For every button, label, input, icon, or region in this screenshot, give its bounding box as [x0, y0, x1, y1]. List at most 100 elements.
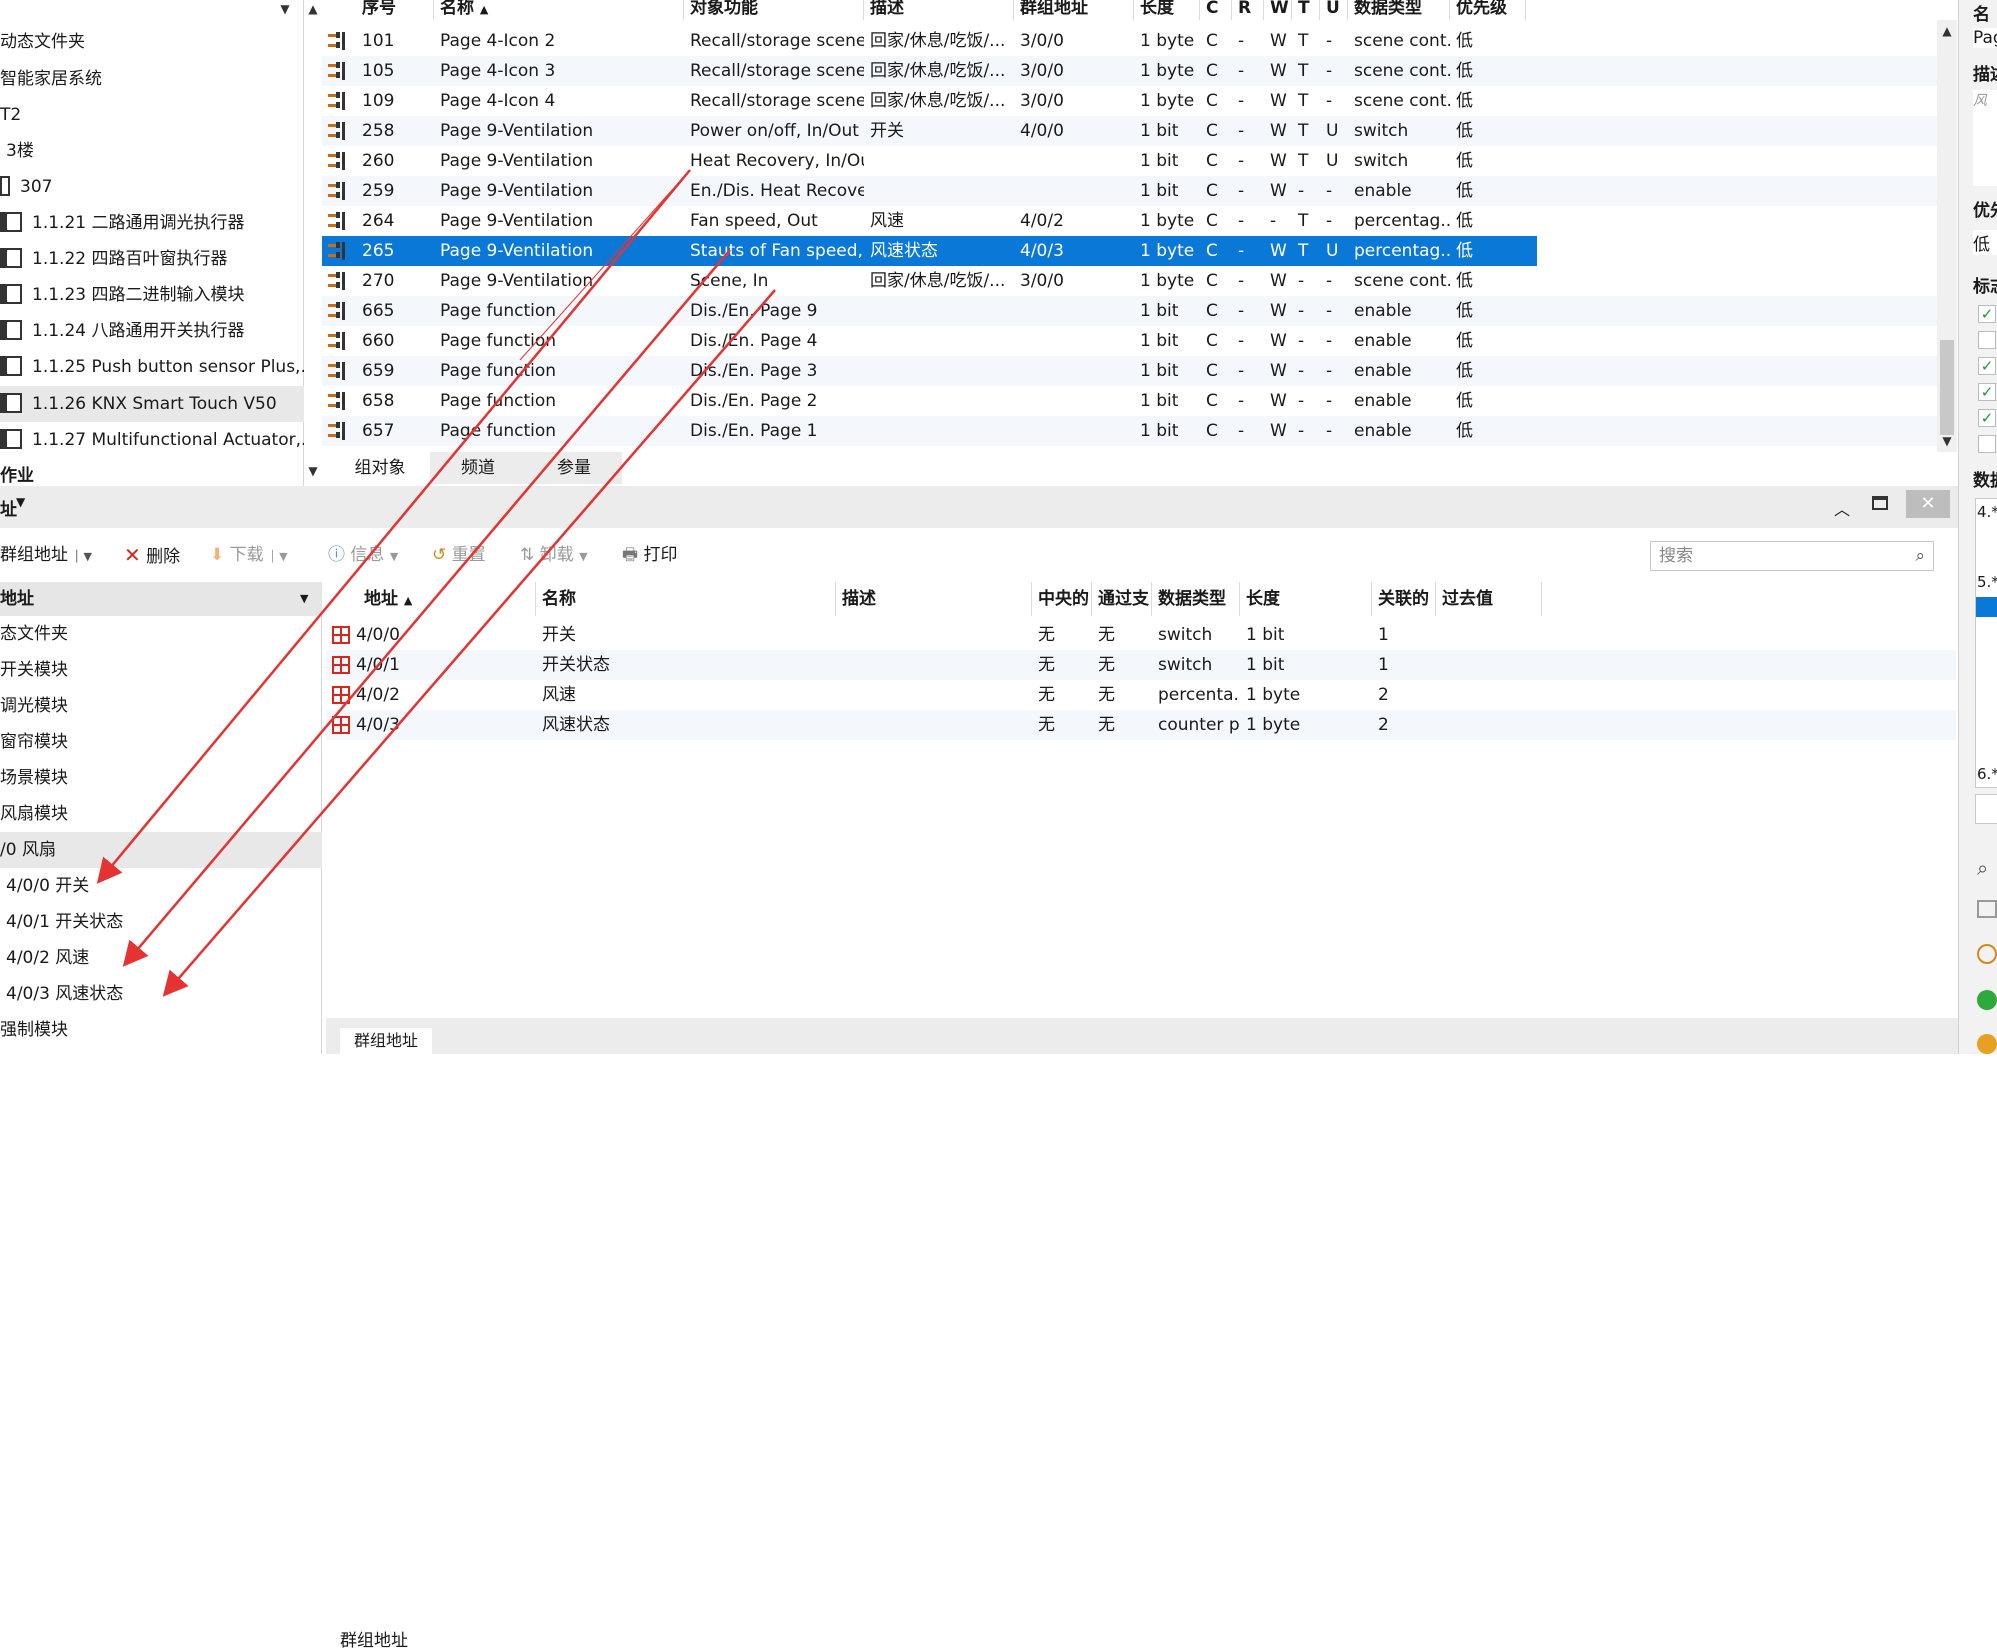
- tree-item-dimming-module[interactable]: 调光模块: [0, 688, 322, 724]
- print-button[interactable]: 🖶 打印: [622, 535, 677, 575]
- prop-name-field[interactable]: Pag: [1973, 28, 1997, 48]
- unload-button[interactable]: ⇅ 卸载 ▼: [520, 535, 588, 575]
- chevron-down-icon[interactable]: ▼: [276, 0, 294, 18]
- col-header-description[interactable]: 描述: [836, 582, 1032, 616]
- group-address-button[interactable]: 群组地址 │ ▼: [0, 535, 92, 575]
- tree-item-fan-module[interactable]: 风扇模块: [0, 796, 322, 832]
- chevron-down-icon[interactable]: ▼: [16, 495, 25, 509]
- flag-checkbox[interactable]: ✓: [1978, 305, 1996, 323]
- delete-button[interactable]: ✕ 删除: [124, 535, 180, 575]
- flag-checkbox[interactable]: ✓: [1978, 409, 1996, 427]
- table-row[interactable]: 4/0/1 开关状态 无 无 switch 1 bit 1: [326, 650, 1956, 680]
- col-header-length[interactable]: 长度: [1134, 0, 1200, 20]
- col-header-function[interactable]: 对象功能: [684, 0, 864, 20]
- reset-button[interactable]: ↺ 重置: [432, 535, 486, 575]
- table-row[interactable]: 665 Page function Dis./En. Page 91 bit C - W -…: [322, 296, 1937, 326]
- table-row[interactable]: 660 Page function Dis./En. Page 41 bit C - W -…: [322, 326, 1937, 356]
- col-header-central[interactable]: 中央的: [1032, 582, 1092, 616]
- tree-header[interactable]: 地址 ▼: [0, 582, 322, 616]
- flag-checkbox[interactable]: ✓: [1978, 383, 1996, 401]
- tree-item-fan-middle-group[interactable]: /0 风扇: [0, 832, 322, 868]
- collapse-icon[interactable]: ︿: [1834, 496, 1850, 520]
- datatype-item[interactable]: 6.*: [1977, 765, 1997, 783]
- close-icon[interactable]: ✕: [1906, 490, 1950, 518]
- col-header-data-type[interactable]: 数据类型: [1348, 0, 1450, 20]
- maximize-icon[interactable]: [1872, 496, 1888, 510]
- tree-item-curtain-module[interactable]: 窗帘模块: [0, 724, 322, 760]
- tree-item-switch-module[interactable]: 开关模块: [0, 652, 322, 688]
- tree-item-ga-4-0-1[interactable]: 4/0/1 开关状态: [0, 904, 322, 940]
- col-header-r[interactable]: R: [1232, 0, 1264, 20]
- col-header-associated[interactable]: 关联的: [1372, 582, 1436, 616]
- footer-tab[interactable]: 群组地址: [340, 1626, 420, 1651]
- chevron-up-icon[interactable]: ▲: [304, 0, 322, 18]
- table-row[interactable]: 4/0/3 风速状态 无 无 counter p... 1 byte 2: [326, 710, 1956, 740]
- col-header-pass-through[interactable]: 通过支: [1092, 582, 1152, 616]
- layout-icon[interactable]: [1977, 900, 1997, 918]
- datatype-filter[interactable]: [1975, 794, 1997, 824]
- table-row[interactable]: 4/0/0 开关 无 无 switch 1 bit 1: [326, 620, 1956, 650]
- tree-item-floor[interactable]: 3楼: [0, 133, 304, 169]
- table-row[interactable]: 4/0/2 风速 无 无 percenta... 1 byte 2: [326, 680, 1956, 710]
- table-row[interactable]: 101 Page 4-Icon 2 Recall/storage scene... 回…: [322, 26, 1937, 56]
- tree-item-dynamic-folder[interactable]: 动态文件夹: [0, 24, 304, 60]
- table-row[interactable]: 109 Page 4-Icon 4 Recall/storage scene... 回…: [322, 86, 1937, 116]
- history-icon[interactable]: [1977, 944, 1997, 964]
- col-header-name[interactable]: 名称 ▲: [434, 0, 684, 20]
- col-header-c[interactable]: C: [1200, 0, 1232, 20]
- datatype-selected[interactable]: [1976, 597, 1997, 617]
- tab-group-objects[interactable]: 组对象: [330, 452, 430, 484]
- col-header-w[interactable]: W: [1264, 0, 1292, 20]
- col-header-description[interactable]: 描述: [864, 0, 1014, 20]
- table-row[interactable]: 659 Page function Dis./En. Page 31 bit C - W -…: [322, 356, 1937, 386]
- tree-item-room[interactable]: 307: [0, 169, 304, 205]
- tree-item-device[interactable]: 1.1.24 八路通用开关执行器: [0, 313, 304, 349]
- tree-item-device-selected[interactable]: 1.1.26 KNX Smart Touch V50: [0, 386, 304, 422]
- tree-item-device[interactable]: 1.1.25 Push button sensor Plus,...: [0, 349, 304, 385]
- vertical-scrollbar[interactable]: ▲ ▼: [1937, 20, 1957, 452]
- col-header-group-address[interactable]: 群组地址: [1014, 0, 1134, 20]
- table-row[interactable]: 264 Page 9-Ventilation Fan speed, Out 风速 4/0…: [322, 206, 1937, 236]
- chevron-down-icon[interactable]: ▼: [1938, 432, 1956, 450]
- tree-item-device[interactable]: 1.1.27 Multifunctional Actuator,...: [0, 422, 304, 458]
- tree-item-ga-4-0-3[interactable]: 4/0/3 风速状态: [0, 976, 322, 1012]
- search-icon[interactable]: ⌕: [1915, 542, 1925, 570]
- datatype-item[interactable]: 4.*: [1977, 503, 1997, 521]
- tree-item-dynamic-folder[interactable]: 态文件夹: [0, 616, 322, 652]
- download-button[interactable]: ⬇ 下载 │ ▼: [210, 535, 288, 575]
- tree-item-scene-module[interactable]: 场景模块: [0, 760, 322, 796]
- info-button[interactable]: ⓘ 信息 ▼: [328, 535, 398, 575]
- tab-parameters[interactable]: 参量: [526, 452, 622, 484]
- col-header-number[interactable]: 序号: [356, 0, 434, 20]
- col-header-u[interactable]: U: [1320, 0, 1348, 20]
- flag-checkbox[interactable]: [1978, 331, 1996, 349]
- table-row[interactable]: 658 Page function Dis./En. Page 21 bit C - W -…: [322, 386, 1937, 416]
- tree-item-building[interactable]: T2: [0, 97, 304, 133]
- tree-item-device[interactable]: 1.1.23 四路二进制输入模块: [0, 277, 304, 313]
- chevron-up-icon[interactable]: ▲: [1938, 22, 1956, 40]
- table-row[interactable]: 105 Page 4-Icon 3 Recall/storage scene... 回…: [322, 56, 1937, 86]
- col-header-address[interactable]: 地址 ▲: [326, 582, 536, 616]
- table-row[interactable]: 270 Page 9-Ventilation Scene, In 回家/休息/吃饭/.…: [322, 266, 1937, 296]
- tree-item-project[interactable]: 智能家居系统: [0, 61, 304, 97]
- tree-item-ga-4-0-0[interactable]: 4/0/0 开关: [0, 868, 322, 904]
- col-header-past-value[interactable]: 过去值: [1436, 582, 1542, 616]
- prop-description-field[interactable]: 风: [1973, 90, 1997, 186]
- tree-item-device[interactable]: 1.1.22 四路百叶窗执行器: [0, 241, 304, 277]
- table-row[interactable]: 259 Page 9-Ventilation En./Dis. Heat Recov…: [322, 176, 1937, 206]
- chevron-down-icon[interactable]: │ ▼: [73, 550, 92, 563]
- prop-priority-select[interactable]: 低: [1973, 230, 1997, 255]
- col-header-data-type[interactable]: 数据类型: [1152, 582, 1240, 616]
- table-row[interactable]: 260 Page 9-Ventilation Heat Recovery, In/O…: [322, 146, 1937, 176]
- col-header-length[interactable]: 长度: [1240, 582, 1372, 616]
- table-row[interactable]: 258 Page 9-Ventilation Power on/off, In/Ou…: [322, 116, 1937, 146]
- col-header-name[interactable]: 名称: [536, 582, 836, 616]
- flag-checkbox[interactable]: [1978, 435, 1996, 453]
- chevron-down-icon[interactable]: ▼: [300, 582, 308, 616]
- tree-item-device[interactable]: 1.1.21 二路通用调光执行器: [0, 205, 304, 241]
- search-input[interactable]: 搜索 ⌕: [1650, 541, 1934, 571]
- tree-item-force-module[interactable]: 强制模块: [0, 1012, 322, 1048]
- scrollbar-thumb[interactable]: [1940, 340, 1954, 435]
- chevron-down-icon[interactable]: ▼: [304, 462, 322, 480]
- table-row[interactable]: 657 Page function Dis./En. Page 11 bit C - W -…: [322, 416, 1937, 446]
